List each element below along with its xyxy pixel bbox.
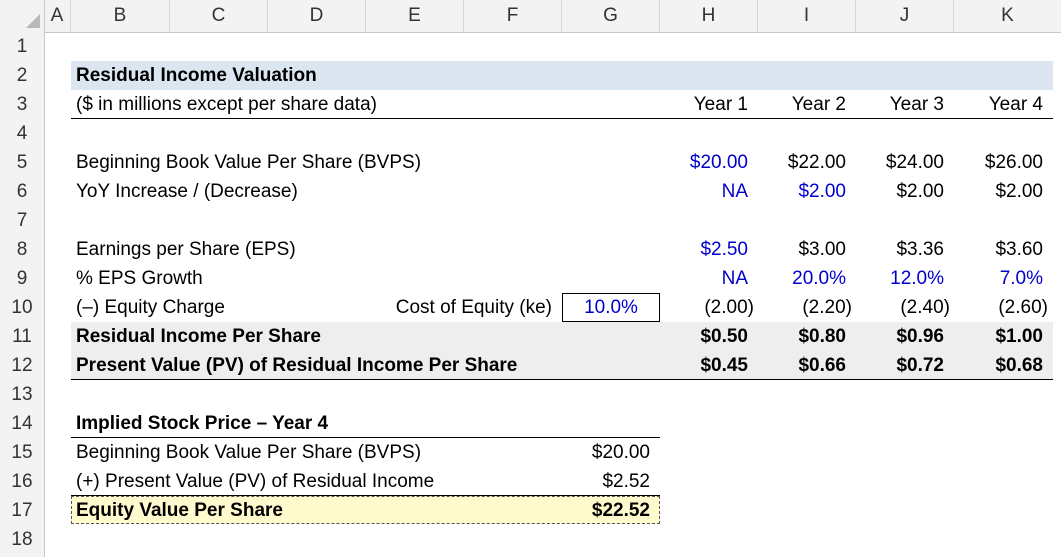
eps-growth-value[interactable]: 20.0%	[758, 264, 846, 293]
yoy-value[interactable]: NA	[660, 177, 748, 206]
select-all-triangle-icon	[26, 14, 40, 28]
row-header-8[interactable]: 8	[0, 235, 44, 264]
bvps-value[interactable]: $20.00	[660, 148, 748, 177]
implied-price-title[interactable]: Implied Stock Price – Year 4	[76, 409, 328, 438]
column-header-j[interactable]: J	[856, 0, 954, 32]
row-header-7[interactable]: 7	[0, 206, 44, 235]
residual-income-value[interactable]: $0.50	[660, 322, 748, 351]
column-header-d[interactable]: D	[268, 0, 366, 32]
yoy-label[interactable]: YoY Increase / (Decrease)	[76, 177, 298, 206]
equity-charge-value[interactable]: (2.20)	[758, 293, 852, 322]
column-header-k[interactable]: K	[954, 0, 1061, 32]
yoy-value[interactable]: $2.00	[954, 177, 1043, 206]
row-header-4[interactable]: 4	[0, 119, 44, 148]
eps-growth-value[interactable]: NA	[660, 264, 748, 293]
row-header-1[interactable]: 1	[0, 32, 44, 61]
column-header-a[interactable]: A	[44, 0, 71, 32]
column-header-h[interactable]: H	[660, 0, 758, 32]
row-header-3[interactable]: 3	[0, 90, 44, 119]
equity-charge-value[interactable]: (2.40)	[856, 293, 950, 322]
residual-income-value[interactable]: $0.80	[758, 322, 846, 351]
eps-value[interactable]: $3.00	[758, 235, 846, 264]
year-header[interactable]: Year 1	[660, 90, 748, 119]
spreadsheet: A B C D E F G H I J K 1 2 3 4 5 6 7 8 9 …	[0, 0, 1061, 557]
pv-residual-income-value[interactable]: $0.72	[856, 351, 944, 380]
eps-value[interactable]: $2.50	[660, 235, 748, 264]
pv-residual-income-value[interactable]: $0.45	[660, 351, 748, 380]
implied-bvps-label[interactable]: Beginning Book Value Per Share (BVPS)	[76, 438, 421, 467]
pv-residual-income-value[interactable]: $0.68	[954, 351, 1043, 380]
row-header-16[interactable]: 16	[0, 467, 44, 496]
bvps-value[interactable]: $26.00	[954, 148, 1043, 177]
yoy-value[interactable]: $2.00	[758, 177, 846, 206]
row-header-18[interactable]: 18	[0, 525, 44, 554]
row-header-10[interactable]: 10	[0, 293, 44, 322]
implied-pv-label[interactable]: (+) Present Value (PV) of Residual Incom…	[76, 467, 434, 496]
residual-income-value[interactable]: $0.96	[856, 322, 944, 351]
column-header-e[interactable]: E	[366, 0, 464, 32]
column-header-i[interactable]: I	[758, 0, 856, 32]
year-header[interactable]: Year 2	[758, 90, 846, 119]
cost-of-equity-label[interactable]: Cost of Equity (ke)	[366, 293, 552, 322]
column-header-b[interactable]: B	[71, 0, 170, 32]
eps-growth-value[interactable]: 12.0%	[856, 264, 944, 293]
equity-charge-value[interactable]: (2.60)	[954, 293, 1048, 322]
bvps-value[interactable]: $22.00	[758, 148, 846, 177]
pv-residual-income-value[interactable]: $0.66	[758, 351, 846, 380]
eps-label[interactable]: Earnings per Share (EPS)	[76, 235, 296, 264]
equity-charge-value[interactable]: (2.00)	[660, 293, 754, 322]
row-header-6[interactable]: 6	[0, 177, 44, 206]
residual-income-label[interactable]: Residual Income Per Share	[76, 322, 321, 351]
eps-growth-value[interactable]: 7.0%	[954, 264, 1043, 293]
row-header-13[interactable]: 13	[0, 380, 44, 409]
row-header-17[interactable]: 17	[0, 496, 44, 525]
yoy-value[interactable]: $2.00	[856, 177, 944, 206]
eps-value[interactable]: $3.60	[954, 235, 1043, 264]
row-header-14[interactable]: 14	[0, 409, 44, 438]
eps-growth-label[interactable]: % EPS Growth	[76, 264, 203, 293]
equity-charge-label[interactable]: (–) Equity Charge	[76, 293, 225, 322]
bvps-value[interactable]: $24.00	[856, 148, 944, 177]
row-header-12[interactable]: 12	[0, 351, 44, 380]
eps-value[interactable]: $3.36	[856, 235, 944, 264]
pv-residual-income-label[interactable]: Present Value (PV) of Residual Income Pe…	[76, 351, 517, 380]
row-header-11[interactable]: 11	[0, 322, 44, 351]
sheet-subtitle[interactable]: ($ in millions except per share data)	[76, 90, 377, 119]
column-header-f[interactable]: F	[464, 0, 562, 32]
bvps-label[interactable]: Beginning Book Value Per Share (BVPS)	[76, 148, 421, 177]
row-header-15[interactable]: 15	[0, 438, 44, 467]
year-header[interactable]: Year 3	[856, 90, 944, 119]
implied-pv-value[interactable]: $2.52	[562, 467, 650, 496]
residual-income-value[interactable]: $1.00	[954, 322, 1043, 351]
row-header-9[interactable]: 9	[0, 264, 44, 293]
equity-value-amount[interactable]: $22.52	[562, 496, 650, 525]
row-header-2[interactable]: 2	[0, 61, 44, 90]
sheet-title[interactable]: Residual Income Valuation	[76, 61, 317, 90]
cost-of-equity-input[interactable]: 10.0%	[562, 293, 660, 322]
column-header-g[interactable]: G	[562, 0, 660, 32]
implied-bvps-value[interactable]: $20.00	[562, 438, 650, 467]
year-header[interactable]: Year 4	[954, 90, 1043, 119]
equity-value-label[interactable]: Equity Value Per Share	[76, 496, 283, 525]
column-header-c[interactable]: C	[170, 0, 268, 32]
select-all-corner[interactable]	[0, 0, 45, 32]
row-header-5[interactable]: 5	[0, 148, 44, 177]
